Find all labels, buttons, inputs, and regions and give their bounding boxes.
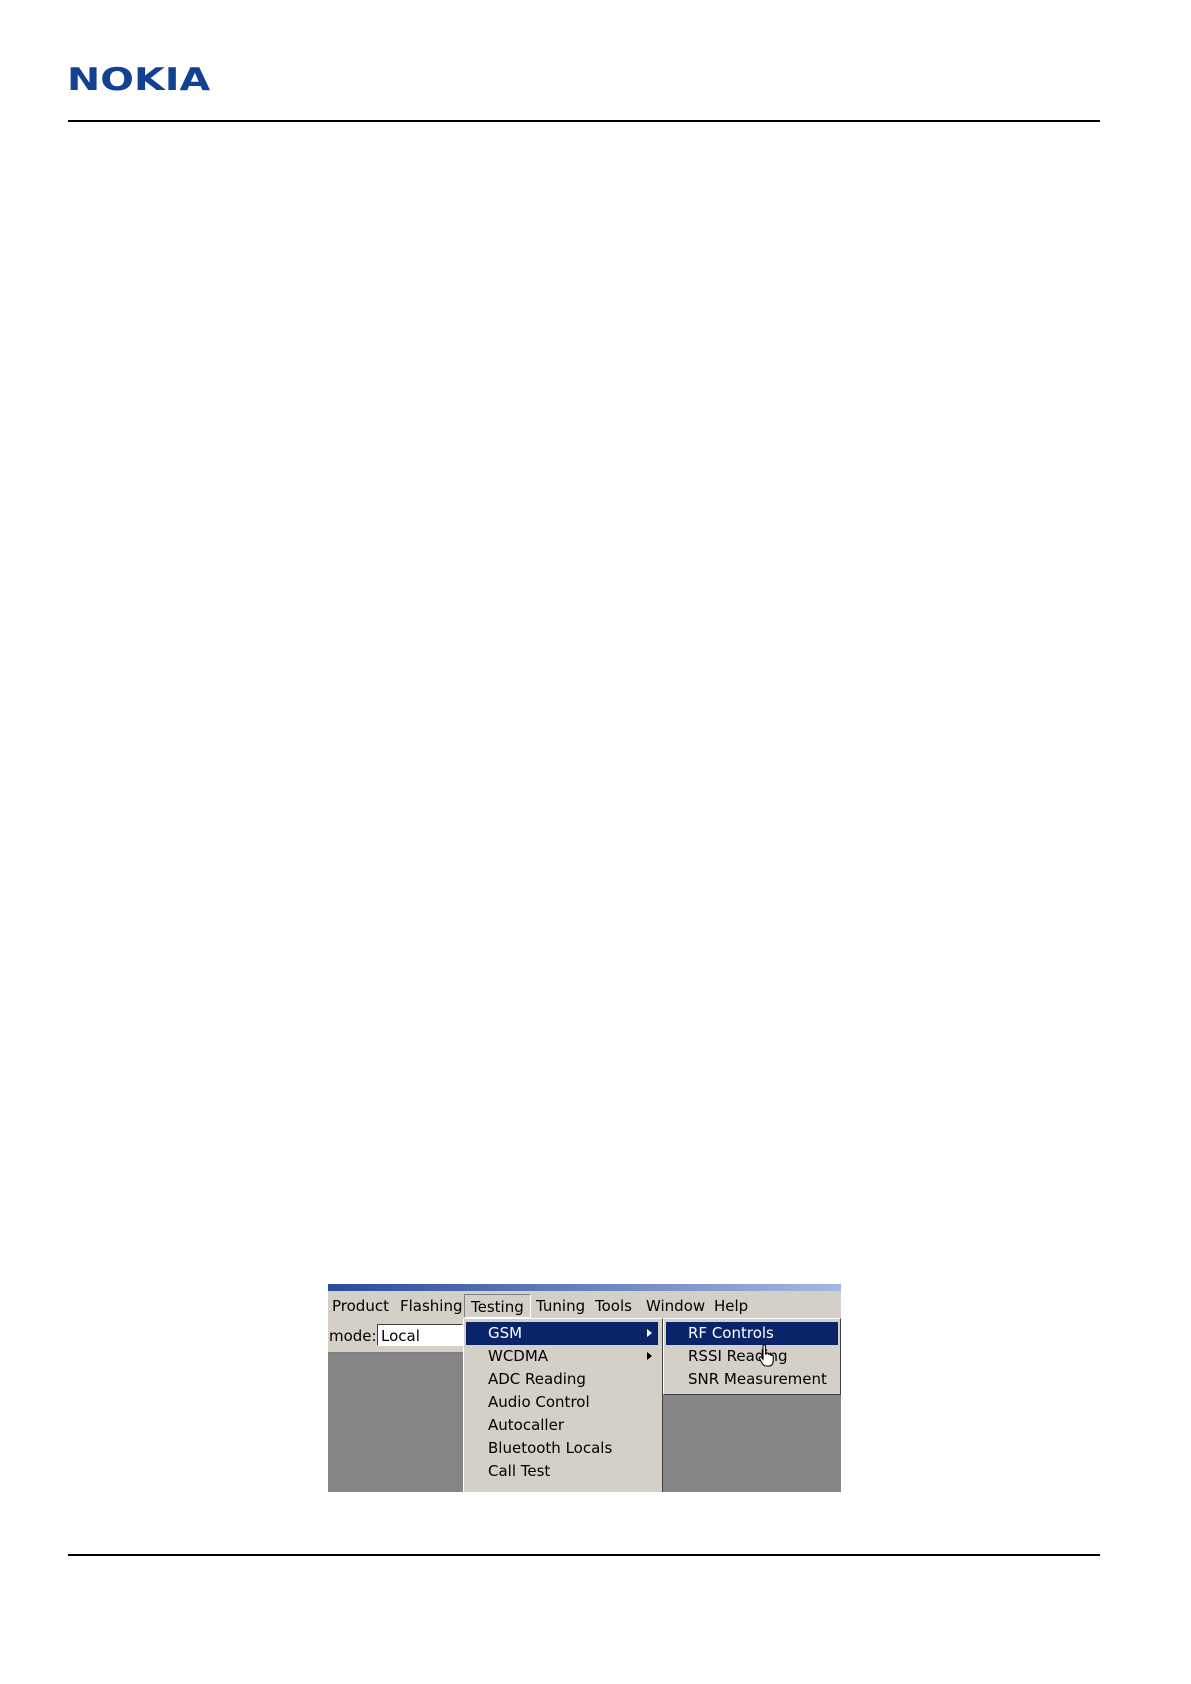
menu-item-snr-measurement[interactable]: SNR Measurement [666,1368,838,1391]
menu-flashing[interactable]: Flashing [398,1296,465,1316]
menu-product[interactable]: Product [330,1296,391,1316]
header-rule [68,120,1100,122]
menu-window[interactable]: Window [644,1296,707,1316]
gsm-submenu: RF Controls RSSI Reading SNR Measurement [663,1318,841,1395]
menu-help[interactable]: Help [712,1296,750,1316]
toolbar: mode: Local [328,1318,463,1354]
menu-item-label: GSM [488,1324,523,1342]
submenu-arrow-icon [647,1329,652,1337]
menu-item-rf-controls[interactable]: RF Controls [666,1322,838,1345]
menu-item-call-test[interactable]: Call Test [466,1460,658,1483]
menu-item-label: WCDMA [488,1347,549,1365]
hand-cursor-icon [758,1344,774,1367]
menu-item-audio-control[interactable]: Audio Control [466,1391,658,1414]
menu-item-bluetooth-locals[interactable]: Bluetooth Locals [466,1437,658,1460]
menu-item-autocaller[interactable]: Autocaller [466,1414,658,1437]
menu-item-gsm[interactable]: GSM [466,1322,658,1345]
application-screenshot: Product Flashing Testing Tuning Tools Wi… [328,1284,841,1492]
menu-tuning[interactable]: Tuning [534,1296,587,1316]
menu-tools[interactable]: Tools [593,1296,634,1316]
mode-label: mode: [329,1327,377,1345]
menu-testing[interactable]: Testing [464,1294,531,1318]
menu-item-wcdma[interactable]: WCDMA [466,1345,658,1368]
window-titlebar [328,1284,841,1291]
menu-bar: Product Flashing Testing Tuning Tools Wi… [328,1291,841,1318]
nokia-logo: NOKIA [67,62,211,98]
mode-field[interactable]: Local [377,1324,463,1346]
menu-item-rssi-reading[interactable]: RSSI Reading [666,1345,838,1368]
testing-dropdown: GSM WCDMA ADC Reading Audio Control Auto… [463,1318,663,1492]
menu-item-adc-reading[interactable]: ADC Reading [466,1368,658,1391]
submenu-arrow-icon [647,1352,652,1360]
footer-rule [68,1554,1100,1556]
